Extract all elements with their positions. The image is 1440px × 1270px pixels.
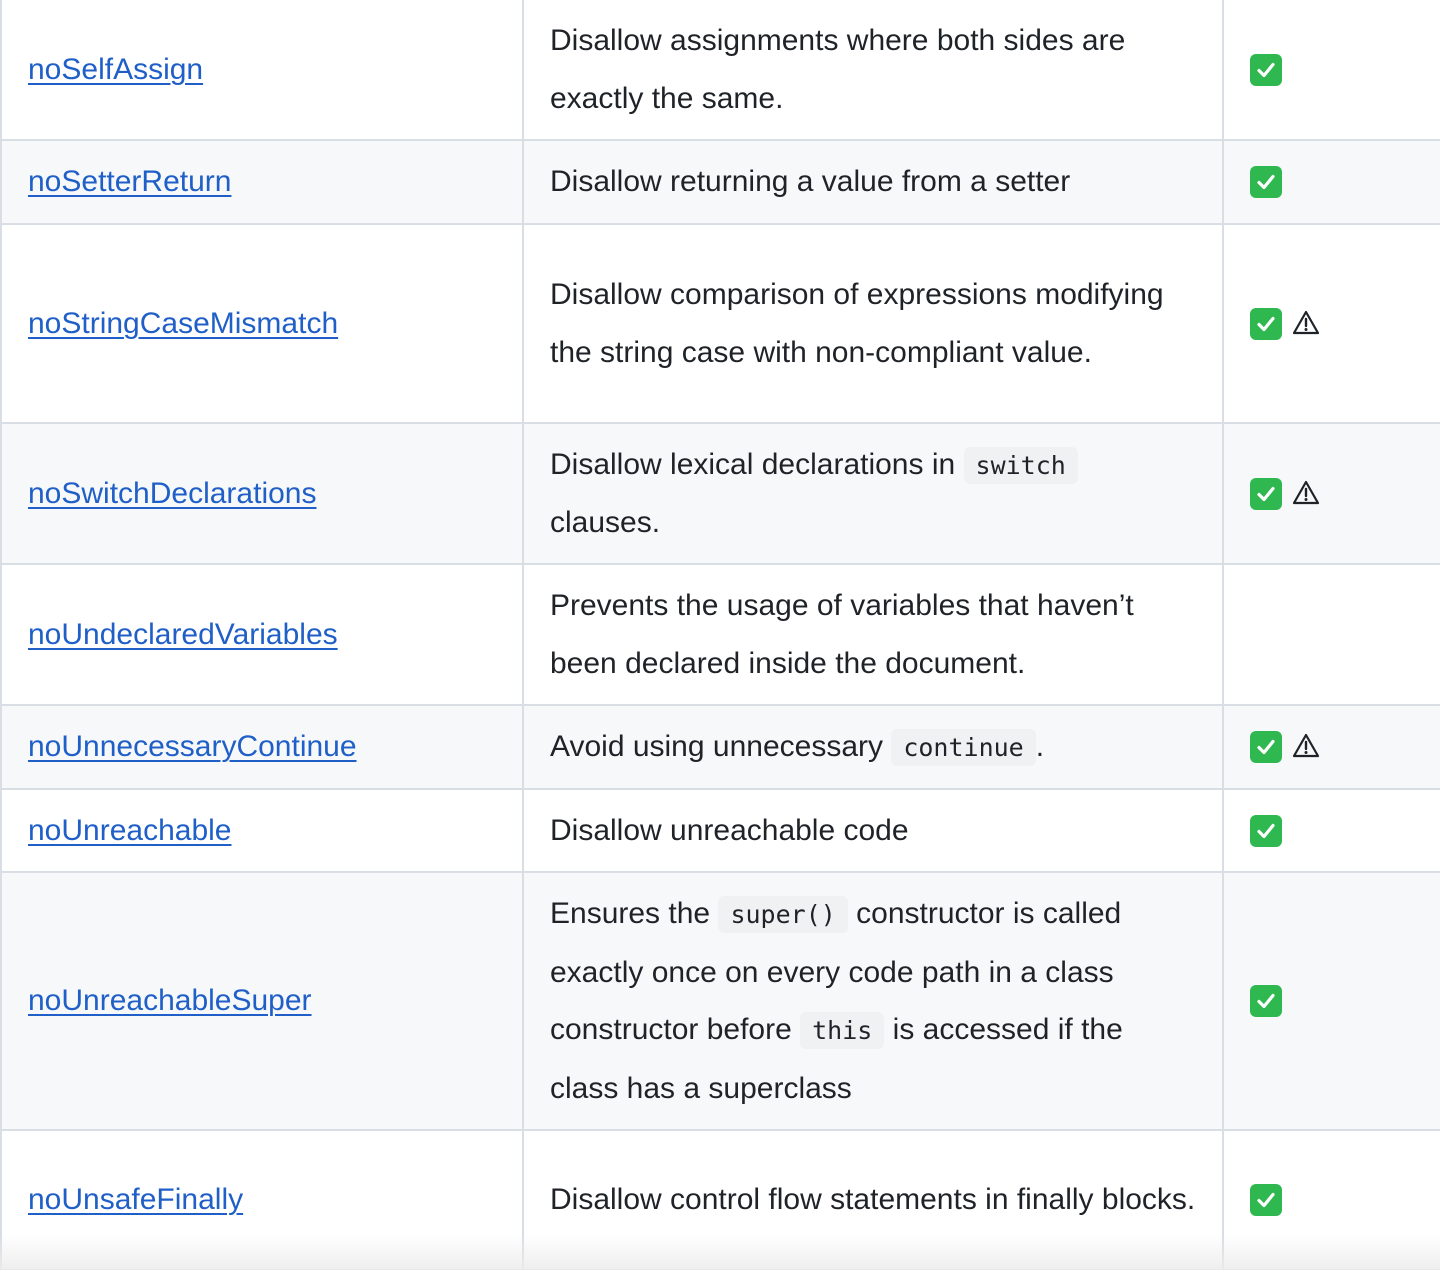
rule-status (1250, 1184, 1414, 1216)
rule-link[interactable]: noUnreachableSuper (28, 984, 312, 1017)
rule-description-cell: Disallow returning a value from a setter (522, 139, 1224, 225)
rule-link[interactable]: noSelfAssign (28, 53, 203, 86)
rule-description-cell: Disallow comparison of expressions modif… (522, 223, 1224, 424)
rule-name-cell: noSelfAssign (0, 0, 524, 141)
rule-description: Disallow unreachable code (550, 814, 909, 847)
table-row: noUnreachableSuper Ensures the super() co… (0, 871, 1440, 1131)
description-text: clauses. (550, 506, 661, 539)
rule-status-cell (1222, 139, 1440, 225)
rule-status (1250, 166, 1414, 198)
inline-code: super() (718, 896, 848, 933)
rule-description: Disallow returning a value from a setter (550, 165, 1070, 198)
table-row: noUnsafeFinally Disallow control flow sta… (0, 1129, 1440, 1270)
description-text: Disallow comparison of expressions modif… (550, 278, 1164, 369)
description-text: Disallow assignments where both sides ar… (550, 24, 1126, 115)
rule-name-cell: noUnreachableSuper (0, 871, 524, 1131)
rule-name-cell: noStringCaseMismatch (0, 223, 524, 424)
rule-status-cell (1222, 563, 1440, 706)
rule-description-cell: Disallow unreachable code (522, 788, 1224, 873)
rules-table-body: noSelfAssign Disallow assignments where b… (0, 0, 1440, 1270)
white-check-mark-icon (1250, 53, 1282, 86)
inline-code: switch (963, 446, 1078, 484)
rule-description-cell: Disallow assignments where both sides ar… (522, 0, 1224, 141)
inline-code: continue (891, 728, 1036, 766)
inline-code: this (800, 1012, 885, 1049)
description-text: Disallow control flow statements in fina… (550, 1183, 1196, 1217)
description-text: Ensures the (550, 897, 719, 930)
description-text: Prevents the usage of variables that hav… (550, 589, 1134, 680)
rule-link[interactable]: noSetterReturn (28, 165, 231, 198)
rule-status-cell (1222, 422, 1440, 565)
table-row: noUnreachable Disallow unreachable code (0, 788, 1440, 873)
rule-description: Ensures the super() constructor is calle… (550, 896, 1123, 1105)
white-check-mark-icon (1250, 731, 1282, 763)
rule-link[interactable]: noUnreachable (28, 814, 231, 847)
table-row: noSetterReturn Disallow returning a value… (0, 139, 1440, 225)
rule-description-cell: Prevents the usage of variables that hav… (522, 563, 1224, 706)
rule-description: Disallow comparison of expressions modif… (550, 278, 1164, 369)
description-text: . (1035, 729, 1045, 763)
warning-icon (1292, 732, 1322, 762)
rule-description: Prevents the usage of variables that hav… (550, 589, 1134, 680)
rule-status (1250, 477, 1414, 510)
warning-icon (1292, 479, 1322, 509)
rule-name-cell: noUnsafeFinally (0, 1129, 524, 1270)
rule-status-cell (1222, 1129, 1440, 1270)
rule-link[interactable]: noUnnecessaryContinue (28, 730, 357, 763)
rule-status-cell (1222, 704, 1440, 790)
rule-status (1250, 307, 1414, 340)
rule-description-cell: Disallow control flow statements in fina… (522, 1129, 1224, 1270)
white-check-mark-icon (1250, 814, 1282, 847)
rule-description: Disallow lexical declarations in switch … (550, 446, 1078, 539)
rule-description-cell: Ensures the super() constructor is calle… (522, 871, 1224, 1131)
rule-description: Disallow assignments where both sides ar… (550, 24, 1125, 115)
rule-link[interactable]: noStringCaseMismatch (28, 307, 338, 340)
table-row: noSelfAssign Disallow assignments where b… (0, 0, 1440, 141)
description-text: Disallow lexical declarations in (550, 447, 964, 481)
rule-description-cell: Avoid using unnecessary continue. (522, 704, 1224, 790)
description-text: Avoid using unnecessary (550, 729, 892, 763)
rule-status-cell (1222, 788, 1440, 873)
rule-link[interactable]: noUnsafeFinally (28, 1183, 243, 1216)
white-check-mark-icon (1250, 166, 1282, 198)
description-text: Disallow unreachable code (550, 813, 909, 847)
rule-link[interactable]: noSwitchDeclarations (28, 477, 316, 510)
rule-link[interactable]: noUndeclaredVariables (28, 618, 338, 651)
rule-description: Avoid using unnecessary continue. (550, 728, 1045, 766)
rule-status-cell (1222, 223, 1440, 424)
rule-status (1250, 53, 1414, 86)
rule-status-cell (1222, 871, 1440, 1131)
rule-name-cell: noUnnecessaryContinue (0, 704, 524, 790)
white-check-mark-icon (1250, 985, 1282, 1017)
rule-name-cell: noSwitchDeclarations (0, 422, 524, 565)
table-row: noUnnecessaryContinue Avoid using unneces… (0, 704, 1440, 790)
rule-name-cell: noUndeclaredVariables (0, 563, 524, 706)
rule-status (1250, 814, 1414, 847)
rules-table: noSelfAssign Disallow assignments where b… (0, 0, 1440, 1270)
table-row: noUndeclaredVariables Prevents the usage … (0, 563, 1440, 706)
description-text: Disallow returning a value from a setter (550, 165, 1071, 199)
warning-icon (1292, 309, 1322, 339)
rule-name-cell: noSetterReturn (0, 139, 524, 225)
rule-description: Disallow control flow statements in fina… (550, 1183, 1195, 1216)
rule-description-cell: Disallow lexical declarations in switch … (522, 422, 1224, 565)
table-row: noSwitchDeclarations Disallow lexical dec… (0, 422, 1440, 565)
rule-status (1250, 731, 1414, 763)
white-check-mark-icon (1250, 307, 1282, 340)
white-check-mark-icon (1250, 1184, 1282, 1216)
table-row: noStringCaseMismatch Disallow comparison … (0, 223, 1440, 424)
rule-name-cell: noUnreachable (0, 788, 524, 873)
rule-status (1250, 985, 1414, 1017)
rule-status-cell (1222, 0, 1440, 141)
white-check-mark-icon (1250, 477, 1282, 510)
